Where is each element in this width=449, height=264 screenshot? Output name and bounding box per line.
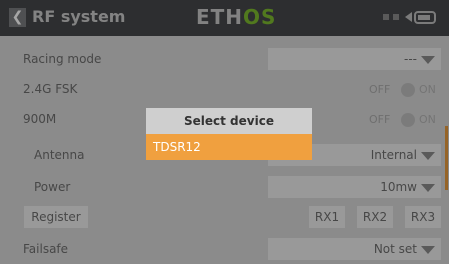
device-option-tdsr12[interactable]: TDSR12 (146, 134, 312, 160)
dialog-title: Select device (146, 108, 312, 134)
select-device-dialog: Select device TDSR12 (146, 108, 312, 161)
